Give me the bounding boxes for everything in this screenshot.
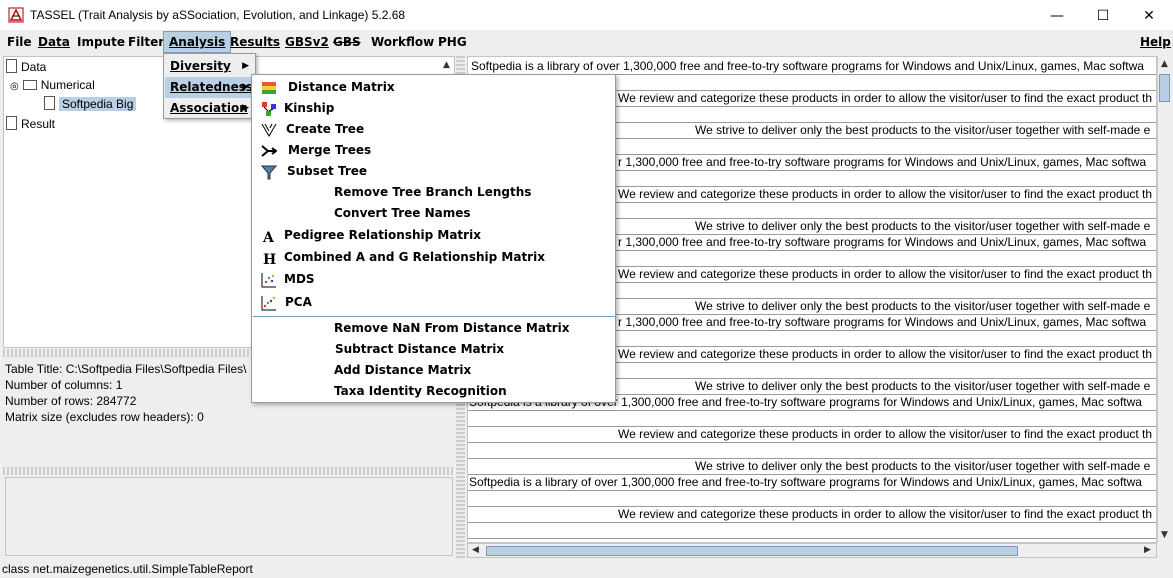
analysis-dropdown: Diversity ▶ Relatedness ▶ Association ▶ bbox=[163, 53, 256, 119]
table-title-text: Table Title: C:\Softpedia Files\Softpedi… bbox=[5, 362, 247, 376]
maximize-button[interactable]: ☐ bbox=[1080, 0, 1126, 31]
tree-node-data[interactable]: Data bbox=[6, 58, 46, 76]
table-row[interactable]: We review and categorize these products … bbox=[468, 427, 1156, 443]
submenu-arrow-icon: ▶ bbox=[242, 82, 249, 92]
minimize-button[interactable]: — bbox=[1034, 0, 1080, 31]
menu-file[interactable]: File bbox=[2, 31, 37, 53]
columns-count-text: Number of columns: 1 bbox=[5, 378, 123, 392]
scroll-left-icon[interactable]: ◀ bbox=[472, 545, 479, 555]
status-bar: class net.maizegenetics.util.SimpleTable… bbox=[0, 561, 1173, 578]
kinship-icon bbox=[262, 102, 276, 116]
tassel-app-icon bbox=[8, 7, 24, 23]
horizontal-scroll-thumb[interactable] bbox=[486, 546, 1018, 556]
menu-impute[interactable]: Impute bbox=[72, 31, 130, 53]
mds-icon bbox=[261, 273, 276, 288]
tree-expand-icon[interactable]: ◎ bbox=[10, 81, 19, 92]
pedigree-icon: A bbox=[262, 230, 275, 244]
tree-node-result[interactable]: Result bbox=[6, 115, 55, 133]
close-button[interactable]: ✕ bbox=[1126, 0, 1172, 31]
relatedness-dropdown: Distance Matrix Kinship Create Tree Merg… bbox=[251, 74, 616, 403]
menu-item-remove-nan-from-distance-matrix[interactable]: Remove NaN From Distance Matrix bbox=[253, 318, 615, 339]
menu-workflow[interactable]: Workflow bbox=[366, 31, 439, 53]
distance-matrix-icon bbox=[262, 82, 276, 94]
menu-item-subset-tree[interactable]: Subset Tree bbox=[253, 161, 615, 182]
title-bar: TASSEL (Trait Analysis by aSSociation, E… bbox=[0, 0, 1173, 31]
svg-text:H: H bbox=[263, 252, 276, 266]
scroll-right-icon[interactable]: ▶ bbox=[1144, 545, 1151, 555]
scroll-down-icon[interactable]: ▼ bbox=[1161, 530, 1168, 540]
rows-count-text: Number of rows: 284772 bbox=[5, 394, 137, 408]
menu-gbsv2[interactable]: GBSv2 bbox=[280, 31, 334, 53]
file-icon bbox=[6, 116, 17, 130]
submenu-arrow-icon: ▶ bbox=[242, 103, 249, 113]
menu-bar: File Data Impute Filter Analysis Results… bbox=[0, 31, 1173, 53]
menu-item-relatedness[interactable]: Relatedness ▶ bbox=[165, 77, 254, 98]
merge-trees-icon bbox=[261, 145, 277, 157]
menu-results[interactable]: Results bbox=[225, 31, 285, 53]
scroll-up-icon[interactable]: ▲ bbox=[1161, 59, 1168, 69]
menu-gbs[interactable]: GBS bbox=[328, 31, 366, 53]
subset-tree-icon bbox=[261, 165, 277, 180]
menu-item-pedigree-relationship-matrix[interactable]: A Pedigree Relationship Matrix bbox=[253, 225, 615, 246]
menu-item-mds[interactable]: MDS bbox=[253, 269, 615, 290]
table-row[interactable] bbox=[468, 443, 1156, 459]
create-tree-icon bbox=[261, 123, 277, 137]
menu-item-create-tree[interactable]: Create Tree bbox=[253, 119, 615, 140]
menu-data[interactable]: Data bbox=[33, 31, 75, 53]
vertical-scrollbar[interactable]: ▲ ▼ bbox=[1157, 56, 1171, 543]
table-row[interactable] bbox=[468, 523, 1156, 539]
table-row[interactable]: We review and categorize these products … bbox=[468, 507, 1156, 523]
menu-phg[interactable]: PHG bbox=[433, 31, 472, 53]
tree-node-numerical[interactable]: ◎ Numerical bbox=[10, 76, 95, 94]
menu-item-subtract-distance-matrix[interactable]: Subtract Distance Matrix bbox=[253, 339, 615, 360]
submenu-arrow-icon: ▶ bbox=[242, 61, 249, 71]
file-icon bbox=[6, 59, 17, 73]
table-row[interactable] bbox=[468, 411, 1156, 427]
menu-item-combined-a-and-g-relationship-matrix[interactable]: H Combined A and G Relationship Matrix bbox=[253, 247, 615, 268]
table-row[interactable]: We strive to deliver only the best produ… bbox=[468, 459, 1156, 475]
pca-icon bbox=[261, 296, 276, 311]
menu-item-distance-matrix[interactable]: Distance Matrix bbox=[253, 77, 615, 98]
combined-matrix-icon: H bbox=[263, 252, 276, 266]
menu-analysis[interactable]: Analysis bbox=[163, 31, 232, 53]
scroll-up-arrow-icon[interactable]: ▲ bbox=[439, 58, 454, 73]
menu-item-pca[interactable]: PCA bbox=[253, 292, 615, 313]
file-icon bbox=[44, 96, 55, 110]
horizontal-split-handle-2[interactable] bbox=[3, 467, 455, 475]
menu-item-kinship[interactable]: Kinship bbox=[253, 98, 615, 119]
matrix-size-text: Matrix size (excludes row headers): 0 bbox=[5, 410, 204, 424]
menu-item-add-distance-matrix[interactable]: Add Distance Matrix bbox=[253, 360, 615, 381]
tree-node-dataset[interactable]: Softpedia Big bbox=[44, 95, 137, 113]
menu-help[interactable]: Help bbox=[1135, 31, 1173, 53]
menu-item-association[interactable]: Association ▶ bbox=[165, 98, 254, 119]
table-row[interactable] bbox=[468, 491, 1156, 507]
menu-item-convert-tree-names[interactable]: Convert Tree Names bbox=[253, 203, 615, 224]
table-row[interactable]: Softpedia is a library of over 1,300,000… bbox=[468, 475, 1156, 491]
horizontal-scrollbar[interactable]: ◀ ▶ bbox=[467, 543, 1157, 558]
vertical-scroll-thumb[interactable] bbox=[1159, 74, 1170, 102]
menu-item-remove-tree-branch-lengths[interactable]: Remove Tree Branch Lengths bbox=[253, 182, 615, 203]
folder-icon bbox=[22, 80, 37, 90]
svg-text:A: A bbox=[262, 230, 275, 244]
window-title: TASSEL (Trait Analysis by aSSociation, E… bbox=[30, 8, 406, 22]
menu-item-diversity[interactable]: Diversity ▶ bbox=[165, 56, 254, 77]
menu-item-taxa-identity-recognition[interactable]: Taxa Identity Recognition bbox=[253, 381, 615, 402]
menu-separator bbox=[253, 316, 615, 317]
menu-item-merge-trees[interactable]: Merge Trees bbox=[253, 140, 615, 161]
table-row[interactable]: Softpedia is a library of over 1,300,000… bbox=[468, 59, 1156, 75]
log-panel bbox=[5, 477, 453, 556]
